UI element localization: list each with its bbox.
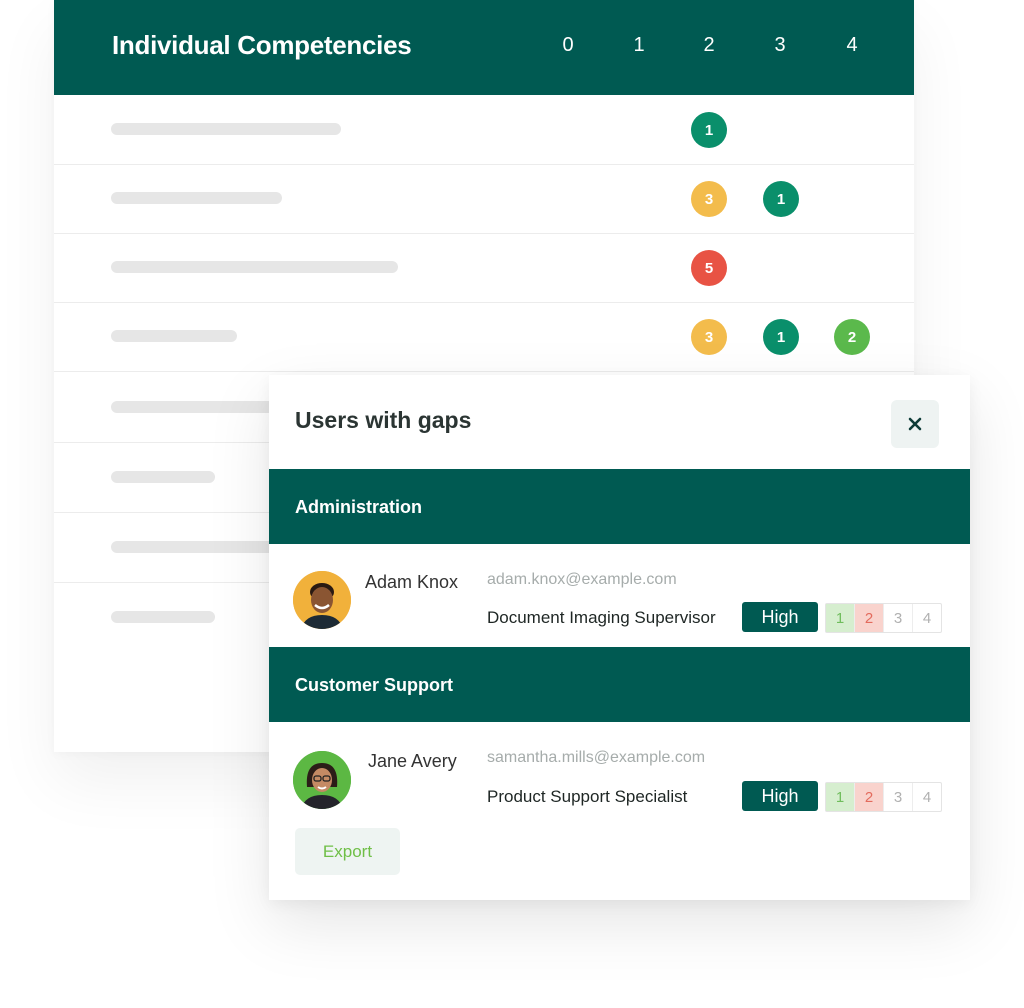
close-icon <box>908 417 922 431</box>
avatar <box>293 751 351 809</box>
competency-row[interactable]: 1 <box>54 95 914 165</box>
scale-step: 1 <box>826 783 855 811</box>
user-row[interactable]: Adam Knox adam.knox@example.com Document… <box>269 544 970 646</box>
competency-name-placeholder <box>111 192 282 204</box>
scale-step: 3 <box>884 783 913 811</box>
competencies-title: Individual Competencies <box>112 30 412 60</box>
level-header-2: 2 <box>703 34 715 56</box>
group-header-administration: Administration <box>269 469 970 544</box>
level-header-3: 3 <box>774 34 786 56</box>
competency-name-placeholder <box>111 123 341 135</box>
scale-step: 3 <box>884 604 913 632</box>
user-row[interactable]: Jane Avery samantha.mills@example.com Pr… <box>269 722 970 824</box>
scale-step: 1 <box>826 604 855 632</box>
users-with-gaps-panel: Users with gaps Administration Adam Knox… <box>269 375 970 900</box>
competency-name-placeholder <box>111 261 398 273</box>
gap-count-bubble[interactable]: 1 <box>763 319 799 355</box>
gap-count-bubble[interactable]: 2 <box>834 319 870 355</box>
priority-badge: High <box>742 602 818 632</box>
user-role: Product Support Specialist <box>487 787 688 806</box>
level-header-0: 0 <box>562 34 574 56</box>
level-header-4: 4 <box>846 34 858 56</box>
user-name: Jane Avery <box>368 751 457 771</box>
competency-name-placeholder <box>111 471 215 483</box>
competencies-header: Individual Competencies 0 1 2 3 4 <box>54 0 914 95</box>
competency-name-placeholder <box>111 611 215 623</box>
scale-step: 4 <box>922 609 932 627</box>
scale-step: 2 <box>855 604 884 632</box>
gap-count-bubble[interactable]: 1 <box>763 181 799 217</box>
close-button[interactable] <box>891 400 939 448</box>
user-email: samantha.mills@example.com <box>487 749 706 766</box>
user-name: Adam Knox <box>365 572 459 592</box>
competency-row[interactable]: 5 <box>54 233 914 303</box>
scale-step: 2 <box>855 783 884 811</box>
panel-title: Users with gaps <box>295 407 472 433</box>
group-header-customer-support: Customer Support <box>269 647 970 722</box>
competency-name-placeholder <box>111 330 237 342</box>
level-header-1: 1 <box>633 34 645 56</box>
user-email: adam.knox@example.com <box>487 571 677 588</box>
gap-count-bubble[interactable]: 3 <box>691 319 727 355</box>
scale-step: 4 <box>922 788 932 806</box>
user-role: Document Imaging Supervisor <box>487 608 716 627</box>
export-button[interactable]: Export <box>295 828 400 875</box>
proficiency-scale: 1 2 3 4 <box>825 782 942 812</box>
user-photo-icon <box>293 571 351 629</box>
group-label: Administration <box>295 497 423 517</box>
gap-count-bubble[interactable]: 5 <box>691 250 727 286</box>
competency-row[interactable]: 3 1 <box>54 164 914 234</box>
user-photo-icon <box>293 751 351 809</box>
proficiency-scale: 1 2 3 4 <box>825 603 942 633</box>
gap-count-bubble[interactable]: 1 <box>691 112 727 148</box>
group-label: Customer Support <box>295 675 454 695</box>
priority-badge: High <box>742 781 818 811</box>
avatar <box>293 571 351 629</box>
competency-row[interactable]: 3 1 2 <box>54 302 914 372</box>
gap-count-bubble[interactable]: 3 <box>691 181 727 217</box>
